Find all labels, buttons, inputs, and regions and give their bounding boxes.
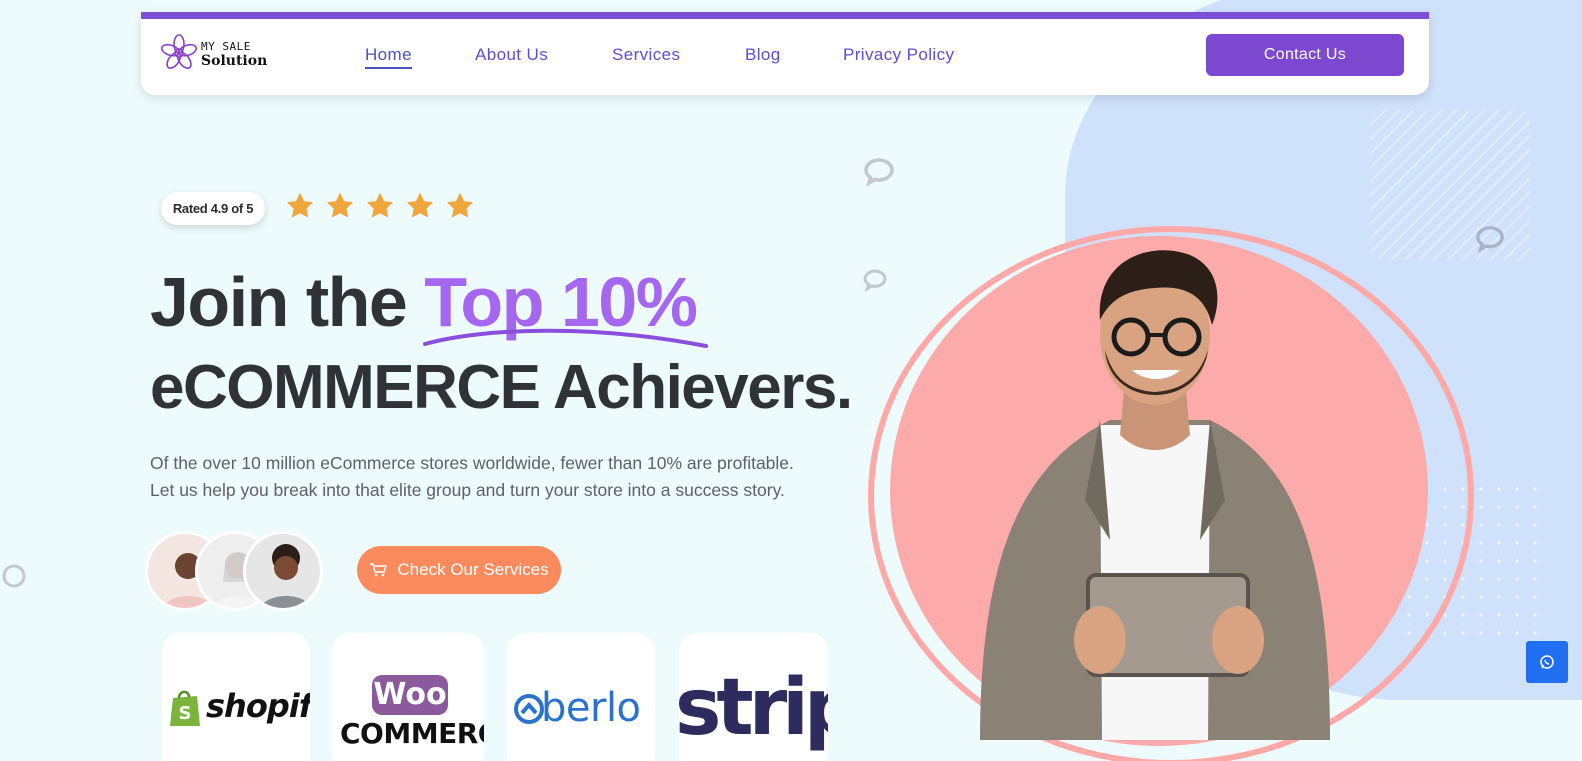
whatsapp-icon [1540,655,1554,669]
hero-description-line1: Of the over 10 million eCommerce stores … [150,453,794,473]
brand-card-stripe: stripe [679,633,828,761]
nav-link-about-us[interactable]: About Us [475,45,548,65]
hero-description-line2: Let us help you break into that elite gr… [150,480,785,500]
brand-card-oberlo: berlo [507,633,655,761]
headline-prefix: Join the [150,263,425,341]
shopify-logo-text: shopify [206,687,310,725]
oberlo-logo-text: berlo [541,685,641,731]
nav-link-privacy-policy[interactable]: Privacy Policy [843,45,954,65]
background-stripes [1370,110,1530,260]
logo-text-top: MY SALE [201,40,251,53]
headline-underline [423,328,708,348]
hero-person-image [980,250,1330,740]
cart-icon [370,563,388,577]
woocommerce-logo-text: COMMERCE [340,717,484,750]
rating-badge: Rated 4.9 of 5 [161,192,265,225]
star-icon [366,192,394,218]
cta-label: Check Our Services [397,560,549,579]
flower-logo-icon [160,34,198,69]
contact-us-button[interactable]: Contact Us [1206,34,1404,76]
check-our-services-button[interactable]: Check Our Services [357,546,561,594]
nav-link-services[interactable]: Services [612,45,680,65]
rating-stars [284,190,476,222]
star-icon [326,192,354,218]
star-icon [446,192,474,218]
stripe-logo-text: stripe [679,663,828,753]
nav-link-home[interactable]: Home [365,45,412,69]
hero-headline-line2: eCOMMERCE Achievers. [150,353,853,422]
avatar [243,531,323,611]
star-icon [286,192,314,218]
top-navigation: MY SALE Solution Home About Us Services … [141,12,1429,95]
speech-bubble-icon [863,269,887,293]
shopify-bag-icon: S [170,690,200,726]
speech-bubble-icon [1476,226,1504,254]
nav-link-blog[interactable]: Blog [745,45,781,65]
star-icon [406,192,434,218]
ring-icon [2,564,26,588]
svg-text:S: S [179,703,192,724]
brand-card-woocommerce: Woo COMMERCE [332,633,484,761]
hero-description: Of the over 10 million eCommerce stores … [150,450,850,504]
customer-avatars [145,531,335,613]
logo-text-bottom: Solution [201,53,268,69]
site-logo[interactable]: MY SALE Solution [159,33,269,77]
woo-logo-bubble: Woo [372,675,448,715]
speech-bubble-icon [864,158,894,188]
brand-card-shopify: S shopify [162,633,310,761]
whatsapp-chat-button[interactable] [1526,641,1568,683]
